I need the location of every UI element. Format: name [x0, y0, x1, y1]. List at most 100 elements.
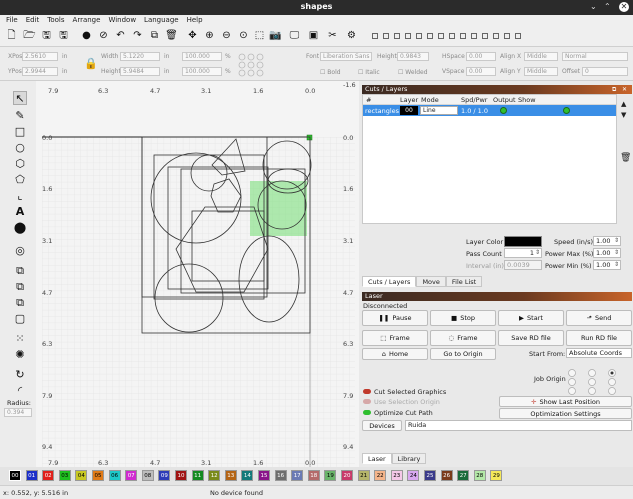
- devices-button[interactable]: Devices: [362, 420, 402, 431]
- pass-count-field[interactable]: 1: [504, 248, 542, 258]
- palette-swatch-16[interactable]: 16: [274, 470, 287, 481]
- text-style-select[interactable]: Normal: [562, 52, 628, 61]
- send-button[interactable]: ⬏ Send: [566, 310, 632, 326]
- monitor-icon[interactable]: 🖵: [288, 29, 301, 42]
- vspace-field[interactable]: 0.00: [466, 67, 496, 76]
- move-down-icon[interactable]: ▼: [621, 111, 626, 119]
- lock-icon[interactable]: 🔒: [84, 57, 98, 70]
- position-laser-icon[interactable]: ⬤: [13, 220, 27, 234]
- palette-swatch-11[interactable]: 11: [191, 470, 204, 481]
- rectangle-tool-icon[interactable]: □: [13, 124, 27, 138]
- tab-cuts-layers[interactable]: Cuts / Layers: [362, 276, 417, 287]
- camera-icon[interactable]: 📷: [269, 29, 282, 42]
- output-toggle-icon[interactable]: [500, 107, 507, 114]
- palette-swatch-04[interactable]: 04: [75, 470, 88, 481]
- aligny-select[interactable]: Middle: [524, 67, 558, 76]
- grid-array-icon[interactable]: ⁙: [13, 331, 27, 345]
- palette-swatch-13[interactable]: 13: [224, 470, 237, 481]
- stop-button[interactable]: ■ Stop: [430, 310, 496, 326]
- speed-field[interactable]: 1.00: [593, 236, 621, 246]
- interval-field[interactable]: 0.0039: [504, 260, 542, 270]
- align-left-icon[interactable]: [372, 33, 378, 39]
- boolean-union-icon[interactable]: ⧉: [13, 263, 27, 277]
- hspace-field[interactable]: 0.00: [466, 52, 496, 61]
- panel-float-icon[interactable]: ⧉: [612, 86, 616, 94]
- table-row[interactable]: rectangles 00 Line 1.0 / 1.0: [363, 105, 616, 116]
- edit-nodes-icon[interactable]: ⬠: [13, 172, 27, 186]
- copy-icon[interactable]: ⧉: [148, 29, 161, 42]
- tab-laser[interactable]: Laser: [362, 453, 392, 464]
- start-button[interactable]: ▶ Start: [498, 310, 564, 326]
- align-center-icon[interactable]: [383, 33, 389, 39]
- font-height-field[interactable]: 0.9843: [397, 52, 429, 61]
- welded-checkbox[interactable]: ☐ Welded: [398, 69, 428, 76]
- ypos-field[interactable]: 2.9944: [22, 67, 58, 76]
- menu-arrange[interactable]: Arrange: [73, 15, 101, 26]
- pen-tool-icon[interactable]: ✎: [13, 108, 27, 122]
- offset-field[interactable]: 0: [582, 67, 628, 76]
- panel-close-icon[interactable]: ✕: [622, 86, 627, 93]
- palette-swatch-22[interactable]: 22: [374, 470, 387, 481]
- select-tool-icon[interactable]: ↖: [13, 91, 27, 105]
- zoom-fit-icon[interactable]: ⊙: [237, 29, 250, 42]
- alignx-select[interactable]: Middle: [524, 52, 558, 61]
- circular-array-icon[interactable]: ✺: [13, 347, 27, 361]
- menu-tools[interactable]: Tools: [47, 15, 64, 26]
- palette-swatch-18[interactable]: 18: [307, 470, 320, 481]
- palette-swatch-05[interactable]: 05: [92, 470, 104, 481]
- palette-swatch-12[interactable]: 12: [208, 470, 221, 481]
- power-max-field[interactable]: 1.00: [593, 248, 621, 258]
- palette-swatch-27[interactable]: 27: [457, 470, 470, 481]
- undo-icon[interactable]: ↶: [114, 29, 127, 42]
- open-folder-icon[interactable]: 🗁: [23, 29, 36, 42]
- width-percent-field[interactable]: 100.000: [182, 52, 222, 61]
- palette-swatch-03[interactable]: 03: [58, 470, 71, 481]
- zoom-in-icon[interactable]: ⊕: [203, 29, 216, 42]
- menu-language[interactable]: Language: [144, 15, 179, 26]
- palette-swatch-01[interactable]: 01: [25, 470, 38, 481]
- xpos-field[interactable]: 2.5610: [22, 52, 58, 61]
- palette-swatch-06[interactable]: 06: [108, 470, 121, 481]
- dock-bottom-icon[interactable]: [493, 33, 499, 39]
- ellipse-tool-icon[interactable]: ○: [13, 140, 27, 154]
- width-field[interactable]: 5.1220: [120, 52, 160, 61]
- font-select[interactable]: Liberation Sans: [320, 52, 372, 61]
- tab-file-list[interactable]: File List: [445, 276, 483, 287]
- dock-left-icon[interactable]: [460, 33, 466, 39]
- show-last-position-button[interactable]: ✛ Show Last Position: [499, 396, 632, 407]
- palette-swatch-07[interactable]: 07: [125, 470, 138, 481]
- anchor-grid-icon[interactable]: [238, 53, 264, 77]
- radius-field[interactable]: 0.394: [4, 408, 32, 417]
- home-button[interactable]: ⌂ Home: [362, 348, 428, 360]
- align-right-icon[interactable]: [394, 33, 400, 39]
- tab-move[interactable]: Move: [416, 276, 446, 287]
- same-height-icon[interactable]: [515, 33, 521, 39]
- run-rd-button[interactable]: Run RD file: [566, 330, 632, 346]
- offset-tool-icon[interactable]: ◎: [13, 243, 27, 257]
- palette-swatch-14[interactable]: 14: [241, 470, 254, 481]
- dock-top-icon[interactable]: [482, 33, 488, 39]
- distribute-v-icon[interactable]: [449, 33, 455, 39]
- palette-swatch-20[interactable]: 20: [341, 470, 353, 481]
- boolean-intersect-icon[interactable]: ⧉: [13, 295, 27, 309]
- stop-circle-icon[interactable]: ⊘: [97, 29, 110, 42]
- same-width-icon[interactable]: [504, 33, 510, 39]
- frame-icon[interactable]: ▣: [307, 29, 320, 42]
- palette-swatch-23[interactable]: 23: [390, 470, 403, 481]
- palette-swatch-09[interactable]: 09: [158, 470, 171, 481]
- palette-swatch-26[interactable]: 26: [440, 470, 453, 481]
- layer-color-swatch[interactable]: 00: [400, 106, 418, 115]
- delete-icon[interactable]: 🗑: [165, 29, 178, 42]
- palette-swatch-00[interactable]: 00: [9, 470, 21, 481]
- menu-help[interactable]: Help: [187, 15, 203, 26]
- palette-swatch-17[interactable]: 17: [291, 470, 304, 481]
- close-icon[interactable]: ✕: [619, 2, 629, 12]
- height-field[interactable]: 5.9484: [120, 67, 160, 76]
- palette-swatch-15[interactable]: 15: [258, 470, 270, 481]
- distribute-h-icon[interactable]: [438, 33, 444, 39]
- mode-select[interactable]: Line: [420, 106, 458, 115]
- start-from-select[interactable]: Absolute Coords: [566, 348, 632, 358]
- rotate-tool-icon[interactable]: ↻: [13, 367, 27, 381]
- weld-icon[interactable]: ▢: [13, 311, 27, 325]
- save-icon[interactable]: 🖫: [40, 29, 53, 42]
